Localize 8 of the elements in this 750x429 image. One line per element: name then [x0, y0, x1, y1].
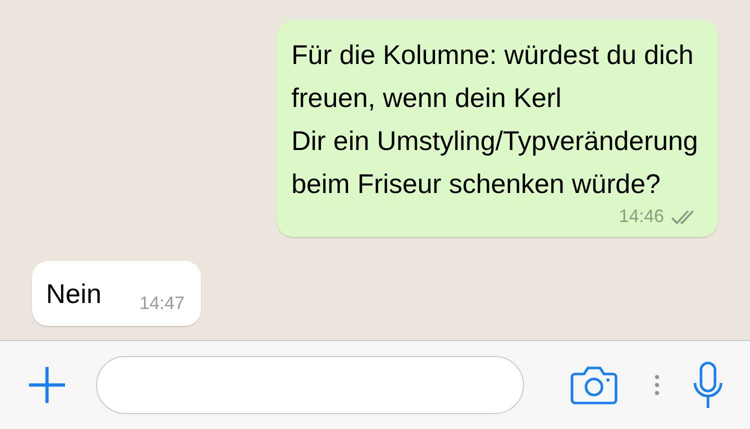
plus-icon[interactable]: [28, 366, 66, 404]
more-dots-icon[interactable]: [654, 374, 660, 396]
message-text: Für die Kolumne: würdest du dich freuen, wenn dein Kerl Dir ein Umstyling/Typveränderung beim Friseur schenken würde?: [291, 39, 698, 201]
microphone-icon[interactable]: [692, 361, 724, 409]
message-time: 14:47: [140, 293, 185, 314]
message-text: Nein: [46, 278, 102, 311]
message-time: 14:46: [618, 206, 664, 227]
camera-icon[interactable]: [570, 365, 618, 405]
